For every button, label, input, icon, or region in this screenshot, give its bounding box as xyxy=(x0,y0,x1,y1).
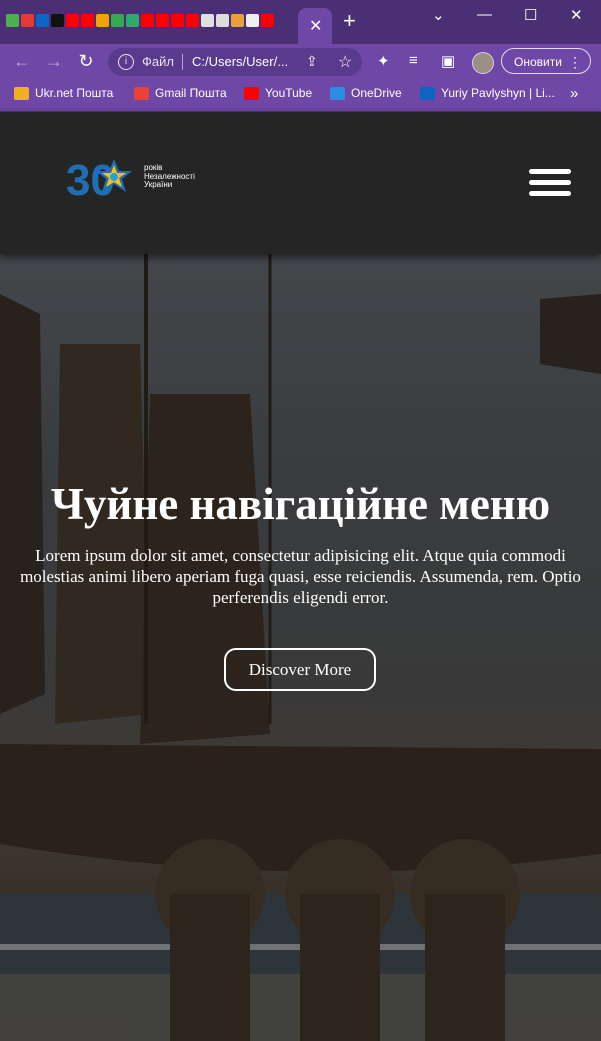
hero-description: Lorem ipsum dolor sit amet, consectetur … xyxy=(20,546,581,607)
forward-icon[interactable]: → xyxy=(42,50,66,72)
tab-favicon[interactable] xyxy=(51,14,64,27)
bookmark-label: Yuriy Pavlyshyn | Li... xyxy=(441,86,555,100)
ukrnet-icon xyxy=(14,86,29,100)
avatar[interactable] xyxy=(472,52,494,74)
hero-title: Чуйне навігаційне меню xyxy=(50,479,551,529)
bookmark-gmail[interactable]: Gmail Пошта xyxy=(134,86,227,100)
linkedin-icon xyxy=(420,86,435,100)
active-tab[interactable]: ✕ xyxy=(298,8,332,44)
pinned-tabs xyxy=(6,14,274,32)
logo-caption: років Незалежності України xyxy=(144,163,195,190)
tab-favicon[interactable] xyxy=(36,14,49,27)
update-button[interactable]: Оновити ⋮ xyxy=(501,48,591,74)
hamburger-menu-icon[interactable] xyxy=(529,169,571,197)
tab-favicon[interactable] xyxy=(66,14,79,27)
tab-favicon[interactable] xyxy=(126,14,139,27)
scheme-label: Файл xyxy=(142,54,174,69)
update-button-label: Оновити xyxy=(514,55,562,69)
maximize-button[interactable]: ☐ xyxy=(524,6,537,24)
tab-favicon[interactable] xyxy=(261,14,274,27)
reading-list-icon[interactable]: ≡ xyxy=(409,52,418,69)
bookmarks-more-icon[interactable]: » xyxy=(570,85,578,102)
close-tab-icon[interactable]: ✕ xyxy=(309,16,322,36)
tab-favicon[interactable] xyxy=(171,14,184,27)
close-window-button[interactable]: ✕ xyxy=(570,6,583,24)
divider xyxy=(182,54,183,70)
bookmark-label: OneDrive xyxy=(351,86,402,100)
info-icon[interactable]: i xyxy=(118,54,134,70)
bookmark-label: YouTube xyxy=(265,86,313,100)
tab-favicon[interactable] xyxy=(111,14,124,27)
address-bar[interactable]: i Файл C:/Users/User/... ⇪ ☆ xyxy=(108,48,362,76)
bookmark-linkedin[interactable]: Yuriy Pavlyshyn | Li... xyxy=(420,86,555,100)
tab-favicon[interactable] xyxy=(81,14,94,27)
hero-section: Чуйне навігаційне меню Lorem ipsum dolor… xyxy=(0,254,601,1041)
tab-favicon[interactable] xyxy=(186,14,199,27)
tab-favicon[interactable] xyxy=(231,14,244,27)
logo-line-3: України xyxy=(144,180,173,189)
extensions-icon[interactable]: ✦ xyxy=(377,52,390,70)
bookmark-label: Gmail Пошта xyxy=(155,86,227,100)
tab-favicon[interactable] xyxy=(96,14,109,27)
tab-favicon[interactable] xyxy=(246,14,259,27)
tab-search-icon[interactable]: ⌄ xyxy=(432,6,445,24)
onedrive-icon xyxy=(330,86,345,100)
discover-more-button[interactable]: Discover More xyxy=(224,648,376,691)
url-text[interactable]: C:/Users/User/... xyxy=(192,54,288,69)
side-panel-icon[interactable]: ▣ xyxy=(441,52,455,70)
bookmarks-bar: Ukr.net Пошта Gmail Пошта YouTube OneDri… xyxy=(0,80,601,112)
bookmark-ukrnet[interactable]: Ukr.net Пошта xyxy=(14,86,113,100)
bookmark-star-icon[interactable]: ☆ xyxy=(338,52,352,72)
bookmark-label: Ukr.net Пошта xyxy=(35,86,114,100)
youtube-icon xyxy=(244,86,259,100)
more-icon[interactable]: ⋮ xyxy=(568,49,582,75)
site-header: 30 років Незалежності України xyxy=(0,112,601,254)
browser-toolbar: ← → ↻ i Файл C:/Users/User/... ⇪ ☆ ✦ ≡ ▣… xyxy=(0,44,601,80)
minimize-button[interactable]: — xyxy=(477,6,492,23)
gmail-icon xyxy=(134,86,149,100)
tab-favicon[interactable] xyxy=(141,14,154,27)
bookmark-youtube[interactable]: YouTube xyxy=(244,86,312,100)
tab-favicon[interactable] xyxy=(156,14,169,27)
tab-favicon[interactable] xyxy=(21,14,34,27)
tab-favicon[interactable] xyxy=(216,14,229,27)
tab-favicon[interactable] xyxy=(6,14,19,27)
reload-icon[interactable]: ↻ xyxy=(74,50,98,72)
share-icon[interactable]: ⇪ xyxy=(306,53,318,70)
tab-favicon[interactable] xyxy=(201,14,214,27)
back-icon[interactable]: ← xyxy=(10,50,34,72)
new-tab-button[interactable]: + xyxy=(343,10,356,32)
bookmark-onedrive[interactable]: OneDrive xyxy=(330,86,402,100)
browser-tab-strip: ✕ + ⌄ — ☐ ✕ xyxy=(0,0,601,44)
